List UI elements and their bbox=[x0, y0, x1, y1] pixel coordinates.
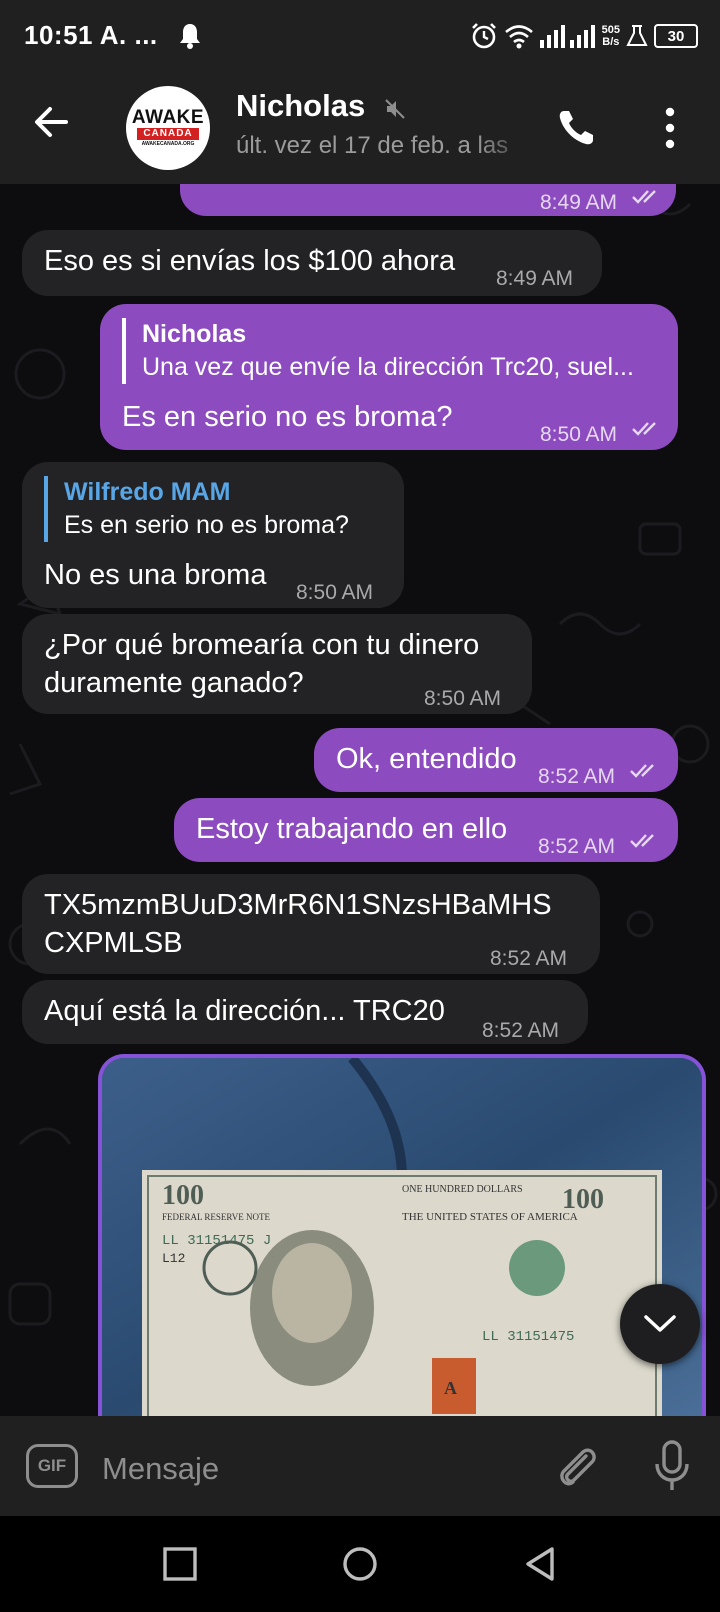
message-bubble-outgoing[interactable]: Ok, entendido 8:52 AM bbox=[314, 728, 678, 792]
message-text: Es en serio no es broma? bbox=[122, 401, 453, 433]
bill-letter: A bbox=[444, 1378, 457, 1398]
gif-button[interactable]: GIF bbox=[26, 1444, 78, 1488]
message-bubble-outgoing[interactable]: Estoy trabajando en ello 8:52 AM bbox=[174, 798, 678, 862]
double-check-read-icon bbox=[630, 834, 654, 848]
bill-serial-right: LL 31151475 bbox=[482, 1329, 574, 1345]
message-time: 8:52 AM bbox=[538, 835, 616, 858]
reply-quote-text: Una vez que envíe la dirección Trc20, su… bbox=[142, 353, 634, 381]
message-bubble-outgoing[interactable]: 8:49 AM bbox=[180, 184, 676, 216]
bill-top-text: ONE HUNDRED DOLLARS bbox=[402, 1184, 523, 1195]
double-check-read-icon bbox=[630, 764, 654, 778]
message-time: 8:49 AM bbox=[540, 191, 618, 214]
bill-note: FEDERAL RESERVE NOTE bbox=[162, 1212, 270, 1222]
home-icon[interactable] bbox=[340, 1544, 380, 1584]
scroll-to-bottom-button[interactable] bbox=[620, 1284, 700, 1364]
message-text: No es una broma bbox=[44, 559, 267, 591]
reply-quote[interactable]: Wilfredo MAM Es en serio no es broma? bbox=[44, 476, 394, 542]
message-time: 8:50 AM bbox=[296, 581, 374, 604]
contact-name[interactable]: Nicholas bbox=[236, 88, 365, 124]
wifi-icon bbox=[504, 25, 533, 49]
message-input-bar: GIF bbox=[0, 1416, 720, 1516]
alarm-icon bbox=[471, 23, 496, 49]
reply-quote-author: Nicholas bbox=[142, 320, 247, 348]
microphone-icon[interactable] bbox=[654, 1440, 690, 1494]
status-bar: 10:51 A. ... 505 B/s 30 bbox=[0, 0, 720, 72]
message-bubble-incoming[interactable]: Eso es si envías los $100 ahora 8:49 AM bbox=[22, 230, 602, 296]
reply-quote-text: Es en serio no es broma? bbox=[64, 511, 349, 539]
status-time: 10:51 A. ... bbox=[24, 20, 158, 50]
attach-paperclip-icon[interactable] bbox=[556, 1442, 598, 1492]
message-time: 8:49 AM bbox=[496, 267, 574, 290]
double-check-read-icon bbox=[632, 190, 656, 204]
message-text: Aquí está la dirección... TRC20 bbox=[44, 995, 445, 1027]
signal-icon bbox=[539, 25, 595, 48]
avatar-logo-text: AWAKE bbox=[131, 107, 205, 128]
message-time: 8:52 AM bbox=[482, 1019, 560, 1042]
message-bubble-incoming[interactable]: TX5mzmBUuD3MrR6N1SNzsHBaMHS CXPMLSB 8:52… bbox=[22, 874, 600, 974]
net-speed: 505 B/s bbox=[601, 24, 620, 48]
battery-indicator: 30 bbox=[654, 24, 698, 48]
reply-quote-author: Wilfredo MAM bbox=[64, 478, 231, 506]
lab-flask-icon bbox=[626, 25, 648, 46]
bill-code: L12 bbox=[162, 1251, 185, 1266]
back-arrow-icon[interactable] bbox=[32, 102, 72, 142]
message-text: Estoy trabajando en ello bbox=[196, 813, 508, 845]
dollar-bill-photo: 100 100 LL 31151475 J L12 FEDERAL RESERV… bbox=[102, 1058, 702, 1416]
chat-area[interactable]: 8:49 AM Eso es si envías los $100 ahora … bbox=[0, 184, 720, 1416]
message-text-line: TX5mzmBUuD3MrR6N1SNzsHBaMHS bbox=[44, 889, 552, 921]
photo-message[interactable]: 100 100 LL 31151475 J L12 FEDERAL RESERV… bbox=[98, 1054, 706, 1416]
status-icons: 505 B/s 30 bbox=[470, 18, 698, 54]
more-options-icon[interactable] bbox=[660, 106, 680, 150]
message-input[interactable] bbox=[100, 1444, 524, 1494]
last-seen-status: últ. vez el 17 de feb. a las bbox=[236, 132, 509, 159]
bill-denomination-top-left: 100 bbox=[162, 1180, 204, 1211]
recent-apps-icon[interactable] bbox=[160, 1544, 200, 1584]
avatar[interactable]: AWAKE CANADA AWAKECANADA.ORG bbox=[126, 86, 210, 170]
message-bubble-incoming[interactable]: Wilfredo MAM Es en serio no es broma? No… bbox=[22, 462, 404, 608]
message-time: 8:50 AM bbox=[424, 687, 502, 710]
phone-call-icon[interactable] bbox=[556, 108, 596, 148]
message-text: Ok, entendido bbox=[336, 743, 517, 775]
muted-speaker-icon bbox=[385, 99, 405, 119]
system-navigation-bar bbox=[0, 1516, 720, 1612]
message-bubble-outgoing[interactable]: Nicholas Una vez que envíe la dirección … bbox=[100, 304, 678, 450]
back-triangle-icon[interactable] bbox=[520, 1544, 560, 1584]
message-time: 8:52 AM bbox=[538, 765, 616, 788]
message-time: 8:52 AM bbox=[490, 947, 568, 970]
bill-serial: LL 31151475 J bbox=[162, 1233, 271, 1249]
avatar-logo-url: AWAKECANADA.ORG bbox=[141, 141, 195, 147]
message-text: Eso es si envías los $100 ahora bbox=[44, 245, 456, 277]
message-time: 8:50 AM bbox=[540, 423, 618, 446]
reply-quote[interactable]: Nicholas Una vez que envíe la dirección … bbox=[122, 318, 672, 384]
message-text-line: ¿Por qué bromearía con tu dinero bbox=[44, 629, 480, 661]
message-bubble-incoming[interactable]: Aquí está la dirección... TRC20 8:52 AM bbox=[22, 980, 588, 1044]
bill-country: THE UNITED STATES OF AMERICA bbox=[402, 1211, 578, 1223]
chevron-down-icon bbox=[644, 1315, 676, 1332]
notification-bell-icon bbox=[180, 24, 200, 49]
avatar-logo-subtext: CANADA bbox=[137, 128, 199, 140]
chat-header: AWAKE CANADA AWAKECANADA.ORG Nicholas úl… bbox=[0, 72, 720, 184]
message-bubble-incoming[interactable]: ¿Por qué bromearía con tu dinero duramen… bbox=[22, 614, 532, 714]
double-check-read-icon bbox=[632, 422, 656, 436]
